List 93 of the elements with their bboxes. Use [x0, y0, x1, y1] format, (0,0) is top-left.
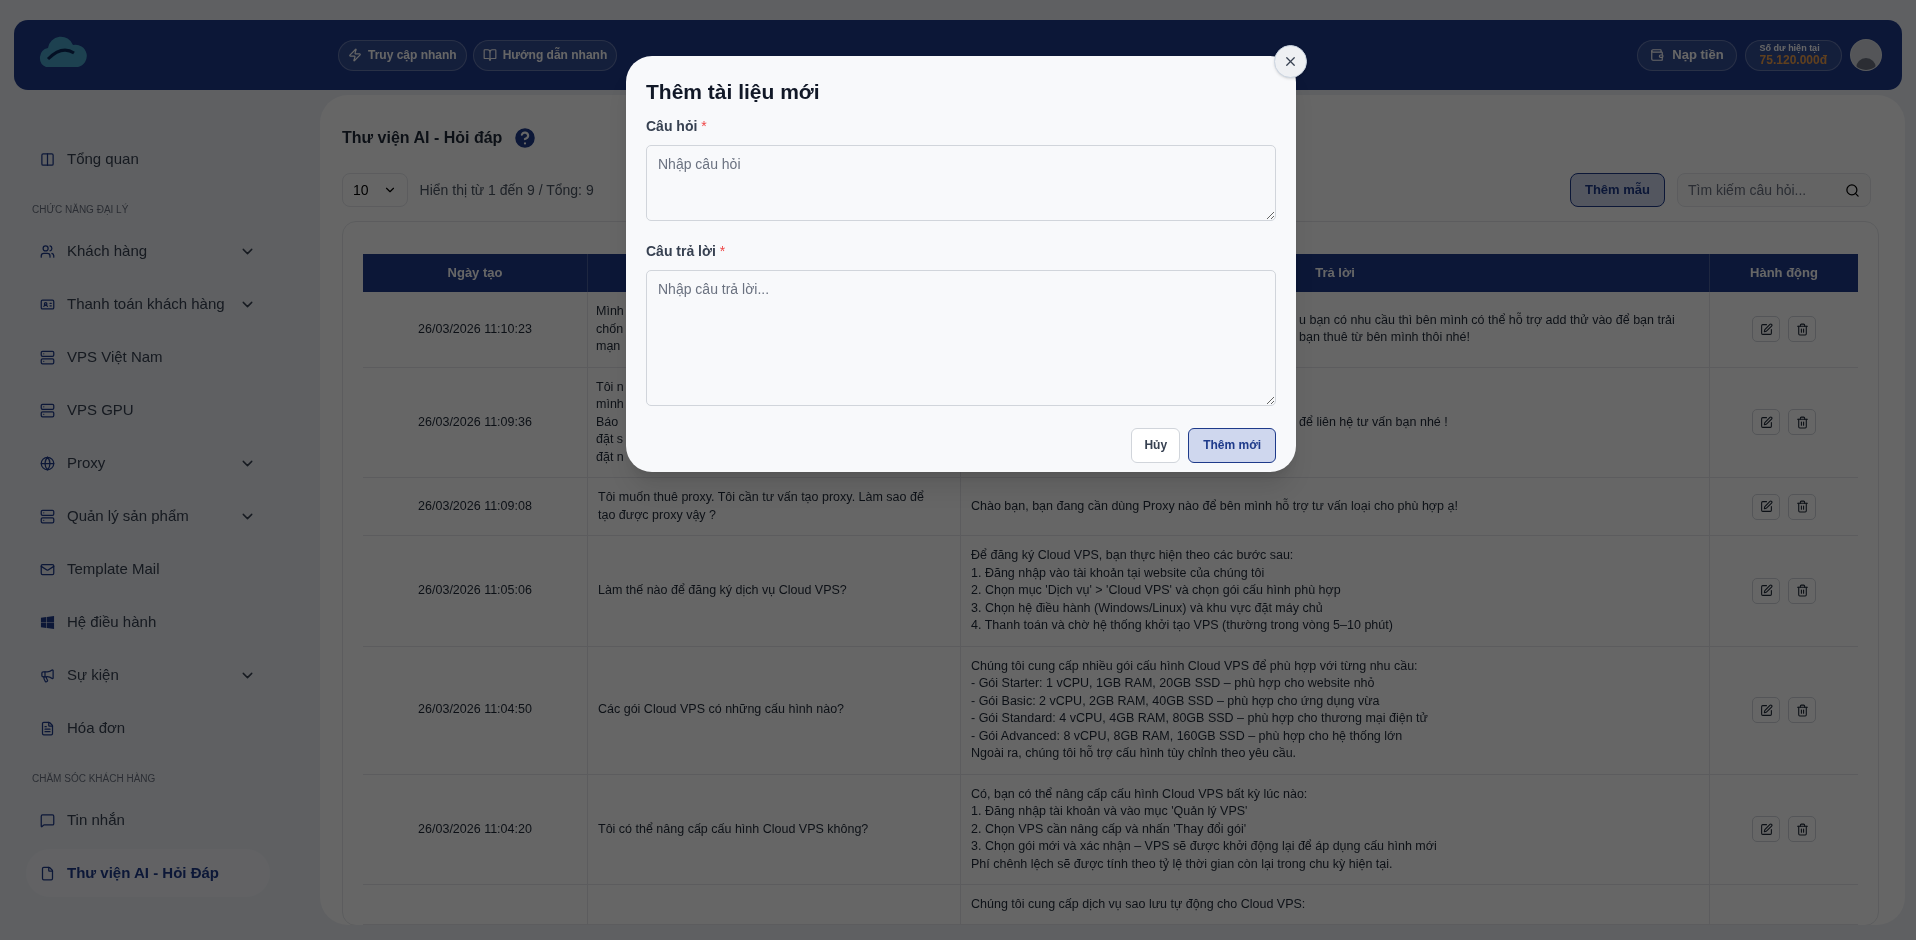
sidebar-item[interactable]: Quản lý sản phẩm — [26, 492, 270, 540]
trash-icon — [1795, 584, 1809, 598]
sidebar-item[interactable]: Tổng quan — [26, 135, 270, 183]
delete-button[interactable] — [1788, 493, 1816, 520]
date-text: 26/03/2026 11:04:20 — [418, 820, 532, 838]
edit-button[interactable] — [1752, 577, 1780, 604]
file-icon — [40, 865, 55, 881]
book-icon — [482, 48, 497, 62]
edit-icon — [1759, 322, 1773, 336]
sidebar-item[interactable]: Thanh toán khách hàng — [26, 280, 270, 328]
answer-text: Chào bạn, bạn đang cần dùng Proxy nào để bên mình hỗ trợ tư vấn loại cho phù hợp ạ! — [970, 497, 1458, 515]
dashboard-icon — [40, 151, 55, 167]
table-header-cell-text: Hành động — [1749, 264, 1819, 283]
edit-button[interactable] — [1752, 409, 1780, 436]
cancel-button[interactable]: Hủy — [1131, 427, 1181, 463]
date-text: 26/03/2026 11:05:06 — [418, 582, 532, 599]
text-area[interactable]: Nhập câu hỏi — [646, 144, 1276, 221]
question-text: Tôi n mình Báo đặt s đặt n — [595, 378, 624, 466]
sidebar-item[interactable]: Khách hàng — [26, 227, 270, 275]
sidebar-item[interactable]: Hệ điều hành — [26, 598, 270, 646]
edit-icon — [1759, 822, 1773, 836]
sidebar-item[interactable]: Tin nhắn — [26, 796, 270, 844]
search-field[interactable]: Tìm kiếm câu hỏi... — [1677, 173, 1871, 207]
field-label: Câu hỏi — [646, 116, 698, 136]
date-text: 26/03/2026 11:10:23 — [418, 320, 532, 338]
server-icon — [40, 349, 55, 365]
add-button[interactable]: Thêm mới — [1188, 427, 1276, 463]
edit-icon — [1759, 584, 1773, 598]
question-text: Các gói Cloud VPS có những cấu hình nào? — [597, 701, 845, 719]
sidebar-item[interactable]: VPS GPU — [26, 386, 270, 434]
sidebar-item[interactable]: Hóa đơn — [26, 704, 270, 752]
required-mark: * — [719, 241, 726, 261]
edit-icon — [1759, 500, 1773, 513]
field-label: Câu trả lời — [646, 241, 716, 261]
chat-icon — [40, 812, 55, 828]
search-icon — [1845, 182, 1860, 198]
megaphone-icon — [40, 667, 55, 683]
trash-icon — [1795, 322, 1809, 336]
answer-text: Chúng tôi cung cấp dịch vụ sao lưu tự động cho Cloud VPS: — [970, 896, 1306, 913]
date-text: 26/03/2026 11:04:50 — [418, 701, 532, 719]
avatar-icon[interactable] — [1850, 39, 1882, 71]
delete-button[interactable] — [1788, 697, 1816, 723]
date-text: 26/03/2026 11:09:36 — [418, 413, 532, 431]
delete-button[interactable] — [1788, 577, 1816, 604]
trash-icon — [1795, 415, 1809, 429]
edit-button[interactable] — [1752, 493, 1780, 520]
balance-label: Số dư hiện tại — [1759, 43, 1821, 53]
table-header-cell: Ngày tạo — [363, 254, 588, 292]
question-text: Tôi muốn thuê proxy. Tôi cần tư vấn tạo proxy. Làm sao để tạo được proxy vậy ? — [597, 489, 924, 524]
add-template-button[interactable]: Thêm mẫu — [1570, 173, 1665, 207]
delete-button[interactable] — [1788, 816, 1816, 843]
server-icon — [40, 508, 55, 524]
question-text: Tôi có thể nâng cấp cấu hình Cloud VPS không? — [597, 820, 869, 838]
globe-icon — [40, 455, 55, 471]
search-input[interactable]: Tìm kiếm câu hỏi... — [1688, 179, 1845, 201]
sidebar-item[interactable]: VPS Việt Nam — [26, 333, 270, 381]
edit-button[interactable] — [1752, 697, 1780, 723]
balance-value: 75.120.000đ — [1759, 53, 1827, 67]
question-text: Mình chốn mạn — [595, 303, 624, 355]
windows-icon — [40, 614, 55, 630]
mail-icon — [40, 561, 55, 577]
edit-icon — [1759, 703, 1773, 717]
question-text: Làm thế nào để đăng ký dịch vụ Cloud VPS? — [597, 582, 847, 599]
date-text: 26/03/2026 11:09:08 — [418, 497, 532, 515]
text-area[interactable]: Nhập câu trả lời... — [646, 269, 1276, 406]
edit-icon — [1759, 415, 1773, 429]
trash-icon — [1795, 822, 1809, 836]
sidebar-item[interactable]: Template Mail — [26, 545, 270, 593]
answer-text: Có, bạn có thể nâng cấp cấu hình Cloud VPS bất kỳ lúc nào: 1. Đăng nhập tài khoản và vào mục 'Quản lý VPS' 2. Chọn VPS cần nâng cấp và nhấn 'Thay đổi gói' 3. Chọn gói mới và xác nhận – VPS sẽ được khởi động lại để áp dụng cấu hình mới Phí chênh lệch sẽ được tính theo tỷ lệ thời gian còn lại trong chu kỳ hiện tại. — [970, 785, 1437, 873]
document-icon — [40, 720, 55, 736]
page-size-select[interactable]: 10 — [342, 173, 408, 207]
delete-button[interactable] — [1788, 409, 1816, 436]
answer-text: Để đăng ký Cloud VPS, bạn thực hiện theo các bước sau: 1. Đăng nhập vào tài khoản tại website của chúng tôi 2. Chọn mục 'Dịch vụ' > 'Cloud VPS' và chọn gói cấu hình phù hợp 3. Chọn hệ điều hành (Windows/Linux) và khu vực đặt máy chủ 4. Thanh toán và chờ hệ thống khởi tạo VPS (thường trong vòng 5–10 phút) — [970, 547, 1393, 634]
wallet-icon — [1650, 48, 1665, 62]
page-title: Thư viện AI - Hỏi đáp — [342, 128, 503, 148]
delete-button[interactable] — [1788, 316, 1816, 343]
card-icon — [40, 296, 55, 312]
trash-icon — [1795, 500, 1809, 513]
edit-button[interactable] — [1752, 816, 1780, 843]
modal-title: Thêm tài liệu mới — [646, 79, 821, 105]
answer-text: Chúng tôi cung cấp nhiều gói cấu hình Cloud VPS để phù hợp với từng nhu cầu: - Gói Starter: 1 vCPU, 1GB RAM, 20GB SSD – phù hợp cho website nhỏ - Gói Basic: 2 vCPU, 2GB RAM, 40GB SSD – phù hợp cho ứng dụng vừa - Gói Standard: 4 vCPU, 4GB RAM, 80GB SSD – phù hợp cho thương mại điện tử - Gói Advanced: 8 vCPU, 8GB RAM, 160GB SSD – phù hợp cho hệ thống lớn Ngoài ra, chúng tôi hỗ trợ cấu hình tùy chỉnh theo yêu cầu. — [970, 657, 1428, 762]
users-icon — [40, 243, 55, 259]
sidebar-item[interactable]: Sự kiện — [26, 651, 270, 699]
close-icon — [1283, 54, 1298, 69]
sidebar-item[interactable]: Proxy — [26, 439, 270, 487]
answer-text: để liên hệ tư vấn bạn nhé ! — [1298, 413, 1448, 431]
answer-text: u bạn có nhu cầu thì bên mình có thể hỗ trợ add thử vào để bạn trải bạn thuê từ bên mình thôi nhé! — [1298, 311, 1675, 347]
trash-icon — [1795, 703, 1809, 717]
required-mark: * — [701, 116, 707, 136]
edit-button[interactable] — [1752, 316, 1780, 343]
summary-text: Hiển thị từ 1 đến 9 / Tổng: 9 — [419, 180, 594, 200]
server-icon — [40, 402, 55, 418]
lightning-icon — [348, 48, 362, 62]
